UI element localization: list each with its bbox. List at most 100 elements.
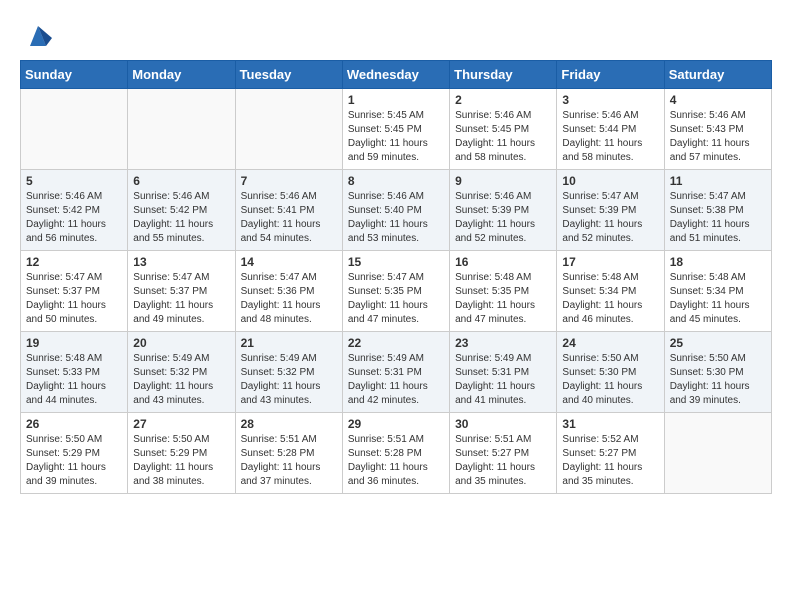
calendar-week-row: 26 Sunrise: 5:50 AM Sunset: 5:29 PM Dayli… [21, 413, 772, 494]
calendar-cell [128, 89, 235, 170]
day-number: 5 [26, 174, 122, 188]
day-info: Sunrise: 5:51 AM Sunset: 5:28 PM Dayligh… [348, 433, 444, 489]
day-number: 7 [241, 174, 337, 188]
calendar-cell: 8 Sunrise: 5:46 AM Sunset: 5:40 PM Daylig… [342, 170, 449, 251]
day-number: 14 [241, 255, 337, 269]
day-info: Sunrise: 5:46 AM Sunset: 5:43 PM Dayligh… [670, 109, 766, 165]
day-info: Sunrise: 5:48 AM Sunset: 5:34 PM Dayligh… [670, 271, 766, 327]
day-number: 21 [241, 336, 337, 350]
day-number: 22 [348, 336, 444, 350]
calendar-cell: 25 Sunrise: 5:50 AM Sunset: 5:30 PM Dayli… [664, 332, 771, 413]
calendar-header-thursday: Thursday [450, 61, 557, 89]
calendar-cell [235, 89, 342, 170]
calendar-cell: 9 Sunrise: 5:46 AM Sunset: 5:39 PM Daylig… [450, 170, 557, 251]
day-number: 4 [670, 93, 766, 107]
calendar-cell: 5 Sunrise: 5:46 AM Sunset: 5:42 PM Daylig… [21, 170, 128, 251]
day-number: 10 [562, 174, 658, 188]
day-number: 27 [133, 417, 229, 431]
day-info: Sunrise: 5:47 AM Sunset: 5:38 PM Dayligh… [670, 190, 766, 246]
day-info: Sunrise: 5:46 AM Sunset: 5:39 PM Dayligh… [455, 190, 551, 246]
calendar-cell: 22 Sunrise: 5:49 AM Sunset: 5:31 PM Dayli… [342, 332, 449, 413]
page-header [20, 20, 772, 50]
calendar-cell: 17 Sunrise: 5:48 AM Sunset: 5:34 PM Dayli… [557, 251, 664, 332]
calendar-cell: 18 Sunrise: 5:48 AM Sunset: 5:34 PM Dayli… [664, 251, 771, 332]
day-info: Sunrise: 5:47 AM Sunset: 5:37 PM Dayligh… [133, 271, 229, 327]
calendar-cell [664, 413, 771, 494]
calendar-header-tuesday: Tuesday [235, 61, 342, 89]
calendar-cell: 12Sunrise: 5:47 AM Sunset: 5:37 PM Dayli… [21, 251, 128, 332]
day-number: 23 [455, 336, 551, 350]
day-info: Sunrise: 5:46 AM Sunset: 5:45 PM Dayligh… [455, 109, 551, 165]
day-info: Sunrise: 5:50 AM Sunset: 5:30 PM Dayligh… [670, 352, 766, 408]
calendar-cell: 15Sunrise: 5:47 AM Sunset: 5:35 PM Dayli… [342, 251, 449, 332]
calendar-cell: 21 Sunrise: 5:49 AM Sunset: 5:32 PM Dayli… [235, 332, 342, 413]
day-number: 20 [133, 336, 229, 350]
calendar-cell: 20Sunrise: 5:49 AM Sunset: 5:32 PM Dayli… [128, 332, 235, 413]
day-info: Sunrise: 5:52 AM Sunset: 5:27 PM Dayligh… [562, 433, 658, 489]
day-number: 19 [26, 336, 122, 350]
day-number: 26 [26, 417, 122, 431]
day-number: 25 [670, 336, 766, 350]
calendar-cell: 28 Sunrise: 5:51 AM Sunset: 5:28 PM Dayli… [235, 413, 342, 494]
calendar-week-row: 12Sunrise: 5:47 AM Sunset: 5:37 PM Dayli… [21, 251, 772, 332]
calendar-header-sunday: Sunday [21, 61, 128, 89]
calendar-cell: 14 Sunrise: 5:47 AM Sunset: 5:36 PM Dayli… [235, 251, 342, 332]
day-info: Sunrise: 5:48 AM Sunset: 5:35 PM Dayligh… [455, 271, 551, 327]
day-number: 2 [455, 93, 551, 107]
day-number: 6 [133, 174, 229, 188]
calendar-cell: 29 Sunrise: 5:51 AM Sunset: 5:28 PM Dayli… [342, 413, 449, 494]
calendar-cell: 7 Sunrise: 5:46 AM Sunset: 5:41 PM Daylig… [235, 170, 342, 251]
day-info: Sunrise: 5:46 AM Sunset: 5:41 PM Dayligh… [241, 190, 337, 246]
logo [20, 20, 52, 50]
calendar-cell: 4 Sunrise: 5:46 AM Sunset: 5:43 PM Daylig… [664, 89, 771, 170]
day-number: 8 [348, 174, 444, 188]
day-info: Sunrise: 5:49 AM Sunset: 5:31 PM Dayligh… [455, 352, 551, 408]
calendar-table: SundayMondayTuesdayWednesdayThursdayFrid… [20, 60, 772, 494]
calendar-cell: 23 Sunrise: 5:49 AM Sunset: 5:31 PM Dayli… [450, 332, 557, 413]
day-number: 3 [562, 93, 658, 107]
day-info: Sunrise: 5:46 AM Sunset: 5:40 PM Dayligh… [348, 190, 444, 246]
calendar-header-friday: Friday [557, 61, 664, 89]
calendar-week-row: 5 Sunrise: 5:46 AM Sunset: 5:42 PM Daylig… [21, 170, 772, 251]
day-info: Sunrise: 5:47 AM Sunset: 5:39 PM Dayligh… [562, 190, 658, 246]
day-info: Sunrise: 5:51 AM Sunset: 5:28 PM Dayligh… [241, 433, 337, 489]
day-info: Sunrise: 5:48 AM Sunset: 5:33 PM Dayligh… [26, 352, 122, 408]
calendar-cell: 13 Sunrise: 5:47 AM Sunset: 5:37 PM Dayli… [128, 251, 235, 332]
day-number: 29 [348, 417, 444, 431]
day-number: 16 [455, 255, 551, 269]
calendar-header-saturday: Saturday [664, 61, 771, 89]
calendar-cell: 16 Sunrise: 5:48 AM Sunset: 5:35 PM Dayli… [450, 251, 557, 332]
calendar-cell: 24Sunrise: 5:50 AM Sunset: 5:30 PM Dayli… [557, 332, 664, 413]
day-info: Sunrise: 5:50 AM Sunset: 5:29 PM Dayligh… [133, 433, 229, 489]
calendar-cell: 1 Sunrise: 5:45 AM Sunset: 5:45 PM Daylig… [342, 89, 449, 170]
calendar-cell: 11Sunrise: 5:47 AM Sunset: 5:38 PM Dayli… [664, 170, 771, 251]
day-info: Sunrise: 5:45 AM Sunset: 5:45 PM Dayligh… [348, 109, 444, 165]
day-number: 24 [562, 336, 658, 350]
calendar-header-wednesday: Wednesday [342, 61, 449, 89]
day-info: Sunrise: 5:49 AM Sunset: 5:31 PM Dayligh… [348, 352, 444, 408]
day-number: 28 [241, 417, 337, 431]
day-number: 17 [562, 255, 658, 269]
calendar-cell [21, 89, 128, 170]
calendar-cell: 10 Sunrise: 5:47 AM Sunset: 5:39 PM Dayli… [557, 170, 664, 251]
day-info: Sunrise: 5:46 AM Sunset: 5:44 PM Dayligh… [562, 109, 658, 165]
calendar-week-row: 1 Sunrise: 5:45 AM Sunset: 5:45 PM Daylig… [21, 89, 772, 170]
day-number: 1 [348, 93, 444, 107]
calendar-cell: 27 Sunrise: 5:50 AM Sunset: 5:29 PM Dayli… [128, 413, 235, 494]
calendar-cell: 30Sunrise: 5:51 AM Sunset: 5:27 PM Dayli… [450, 413, 557, 494]
day-number: 31 [562, 417, 658, 431]
day-info: Sunrise: 5:51 AM Sunset: 5:27 PM Dayligh… [455, 433, 551, 489]
calendar-cell: 3 Sunrise: 5:46 AM Sunset: 5:44 PM Daylig… [557, 89, 664, 170]
day-info: Sunrise: 5:46 AM Sunset: 5:42 PM Dayligh… [26, 190, 122, 246]
calendar-cell: 19 Sunrise: 5:48 AM Sunset: 5:33 PM Dayli… [21, 332, 128, 413]
day-number: 9 [455, 174, 551, 188]
calendar-cell: 2 Sunrise: 5:46 AM Sunset: 5:45 PM Daylig… [450, 89, 557, 170]
day-info: Sunrise: 5:47 AM Sunset: 5:35 PM Dayligh… [348, 271, 444, 327]
day-info: Sunrise: 5:47 AM Sunset: 5:36 PM Dayligh… [241, 271, 337, 327]
day-info: Sunrise: 5:49 AM Sunset: 5:32 PM Dayligh… [241, 352, 337, 408]
day-info: Sunrise: 5:48 AM Sunset: 5:34 PM Dayligh… [562, 271, 658, 327]
calendar-week-row: 19 Sunrise: 5:48 AM Sunset: 5:33 PM Dayli… [21, 332, 772, 413]
day-number: 18 [670, 255, 766, 269]
day-info: Sunrise: 5:50 AM Sunset: 5:29 PM Dayligh… [26, 433, 122, 489]
day-number: 13 [133, 255, 229, 269]
